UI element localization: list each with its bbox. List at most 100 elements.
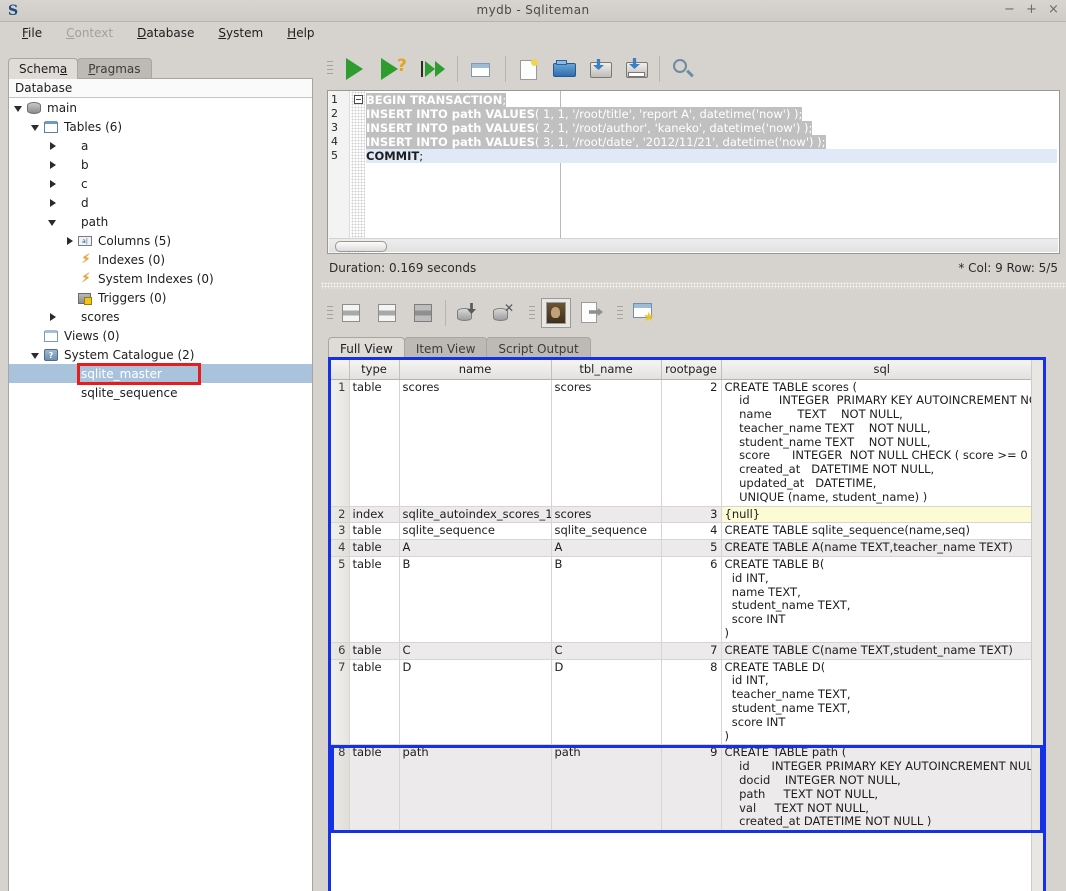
editor-hscrollbar[interactable] <box>329 238 1058 252</box>
cell-sql[interactable]: {null} <box>721 506 1043 524</box>
save-sql-button[interactable] <box>585 54 617 84</box>
new-table-window-button[interactable]: ★ <box>629 298 659 328</box>
tree-item-main[interactable]: main <box>9 98 312 117</box>
tree-twisty-open-icon[interactable] <box>30 349 42 361</box>
save-as-sql-button[interactable] <box>621 54 653 84</box>
run-explain-button[interactable]: ? <box>379 54 411 84</box>
cell-name[interactable]: B <box>399 556 552 643</box>
tree-twisty-closed-icon[interactable] <box>47 140 59 152</box>
result-toolbar-grip[interactable] <box>327 306 333 322</box>
cell-name[interactable]: sqlite_sequence <box>399 522 552 541</box>
minimize-button[interactable]: − <box>1003 3 1016 17</box>
close-button[interactable]: × <box>1047 3 1060 17</box>
tree-twisty-closed-icon[interactable] <box>47 178 59 190</box>
cell-rootpage[interactable]: 8 <box>661 659 722 746</box>
code-line[interactable]: COMMIT; <box>366 149 1057 163</box>
delete-row-button[interactable] <box>409 298 439 328</box>
cell-tbl-name[interactable]: B <box>551 556 662 643</box>
column-header-type[interactable]: type <box>349 360 400 380</box>
toolbar-grip[interactable] <box>327 61 333 77</box>
cell-rootpage[interactable]: 5 <box>661 539 722 558</box>
tree-item-triggers-0[interactable]: Triggers (0) <box>9 288 312 307</box>
tree-twisty-closed-icon[interactable] <box>47 311 59 323</box>
tree-twisty-closed-icon[interactable] <box>47 197 59 209</box>
row-number-cell[interactable]: 3 <box>331 522 350 541</box>
tree-item-tables-6[interactable]: Tables (6) <box>9 117 312 136</box>
cell-sql[interactable]: CREATE TABLE sqlite_sequence(name,seq) <box>721 522 1043 541</box>
grid-vscrollbar[interactable] <box>1031 360 1043 891</box>
row-number-cell[interactable]: 1 <box>331 379 350 507</box>
column-header-name[interactable]: name <box>399 360 552 380</box>
cell-sql[interactable]: CREATE TABLE A(name TEXT,teacher_name TE… <box>721 539 1043 558</box>
tree-item-columns-5[interactable]: a| Columns (5) <box>9 231 312 250</box>
tab-pragmas[interactable]: Pragmas <box>77 58 152 79</box>
tree-twisty-open-icon[interactable] <box>47 216 59 228</box>
sql-editor[interactable]: 12345 BEGIN TRANSACTION; INSERT INTO path… <box>327 90 1060 254</box>
cell-name[interactable]: C <box>399 642 552 660</box>
cell-type[interactable]: table <box>349 379 400 507</box>
table-row[interactable]: 1 table scores scores 2 CREATE TABLE scores (… <box>331 379 1043 507</box>
row-number-cell[interactable]: 7 <box>331 659 350 746</box>
cell-type[interactable]: table <box>349 522 400 541</box>
result-toolbar-grip-2[interactable] <box>529 306 535 322</box>
cell-name[interactable]: D <box>399 659 552 746</box>
tab-full-view[interactable]: Full View <box>328 337 405 358</box>
code-line[interactable]: INSERT INTO path VALUES( 2, 1, '/root/au… <box>366 121 1057 135</box>
table-row[interactable]: 2 index sqlite_autoindex_scores_1 scores 3 {n… <box>331 506 1043 524</box>
cell-tbl-name[interactable]: scores <box>551 379 662 507</box>
table-row[interactable]: 3 table sqlite_sequence sqlite_sequence 4 CRE… <box>331 522 1043 541</box>
tree-item-path[interactable]: path <box>9 212 312 231</box>
run-step-button[interactable] <box>417 54 449 84</box>
cell-rootpage[interactable]: 9 <box>661 744 722 832</box>
tab-schema[interactable]: Schema <box>8 58 79 79</box>
table-row[interactable]: 6 table C C 7 CREATE TABLE C(name TEXT,studen… <box>331 642 1043 660</box>
tree-item-sqlite-master[interactable]: sqlite_master <box>9 364 312 383</box>
cell-type[interactable]: table <box>349 539 400 558</box>
new-sql-button[interactable] <box>513 54 545 84</box>
column-header-tbl-name[interactable]: tbl_name <box>551 360 662 380</box>
cell-rootpage[interactable]: 6 <box>661 556 722 643</box>
tree-item-indexes-0[interactable]: ⚡ Indexes (0) <box>9 250 312 269</box>
insert-row-button[interactable] <box>337 298 367 328</box>
tree-item-system-catalogue-2[interactable]: ? System Catalogue (2) <box>9 345 312 364</box>
rollback-button[interactable]: ✕ <box>489 298 519 328</box>
fold-column[interactable] <box>351 91 365 253</box>
result-grid[interactable]: type name tbl_name rootpage sql 1 table sc… <box>328 357 1046 891</box>
row-number-cell[interactable]: 6 <box>331 642 350 660</box>
column-header-rootpage[interactable]: rootpage <box>661 360 722 380</box>
cell-rootpage[interactable]: 7 <box>661 642 722 660</box>
tree-item-d[interactable]: d <box>9 193 312 212</box>
cell-name[interactable]: path <box>399 744 552 832</box>
tree-twisty-closed-icon[interactable] <box>47 159 59 171</box>
cell-name[interactable]: scores <box>399 379 552 507</box>
tree-item-c[interactable]: c <box>9 174 312 193</box>
column-header-sql[interactable]: sql <box>721 360 1043 380</box>
cell-rootpage[interactable]: 3 <box>661 506 722 524</box>
cell-type[interactable]: table <box>349 744 400 832</box>
cell-name[interactable]: A <box>399 539 552 558</box>
tab-item-view[interactable]: Item View <box>403 337 488 358</box>
cell-type[interactable]: table <box>349 642 400 660</box>
row-number-cell[interactable]: 8 <box>331 744 350 832</box>
tree-twisty-open-icon[interactable] <box>13 102 25 114</box>
editor-hscroll-thumb[interactable] <box>335 241 387 252</box>
export-data-button[interactable] <box>577 298 607 328</box>
commit-button[interactable] <box>453 298 483 328</box>
menu-database[interactable]: Database <box>125 24 206 42</box>
cell-tbl-name[interactable]: C <box>551 642 662 660</box>
create-view-button[interactable] <box>465 54 497 84</box>
row-number-cell[interactable]: 4 <box>331 539 350 558</box>
result-toolbar-grip-3[interactable] <box>617 306 623 322</box>
tree-twisty-closed-icon[interactable] <box>64 235 76 247</box>
find-button[interactable] <box>667 54 699 84</box>
open-sql-button[interactable] <box>549 54 581 84</box>
menu-context[interactable]: Context <box>54 24 125 42</box>
horizontal-splitter[interactable] <box>321 282 1066 289</box>
tree-item-scores[interactable]: scores <box>9 307 312 326</box>
tab-script-output[interactable]: Script Output <box>486 337 591 358</box>
tree-item-a[interactable]: a <box>9 136 312 155</box>
cell-tbl-name[interactable]: sqlite_sequence <box>551 522 662 541</box>
run-sql-button[interactable] <box>339 54 371 84</box>
duplicate-row-button[interactable] <box>373 298 403 328</box>
row-number-cell[interactable]: 2 <box>331 506 350 524</box>
